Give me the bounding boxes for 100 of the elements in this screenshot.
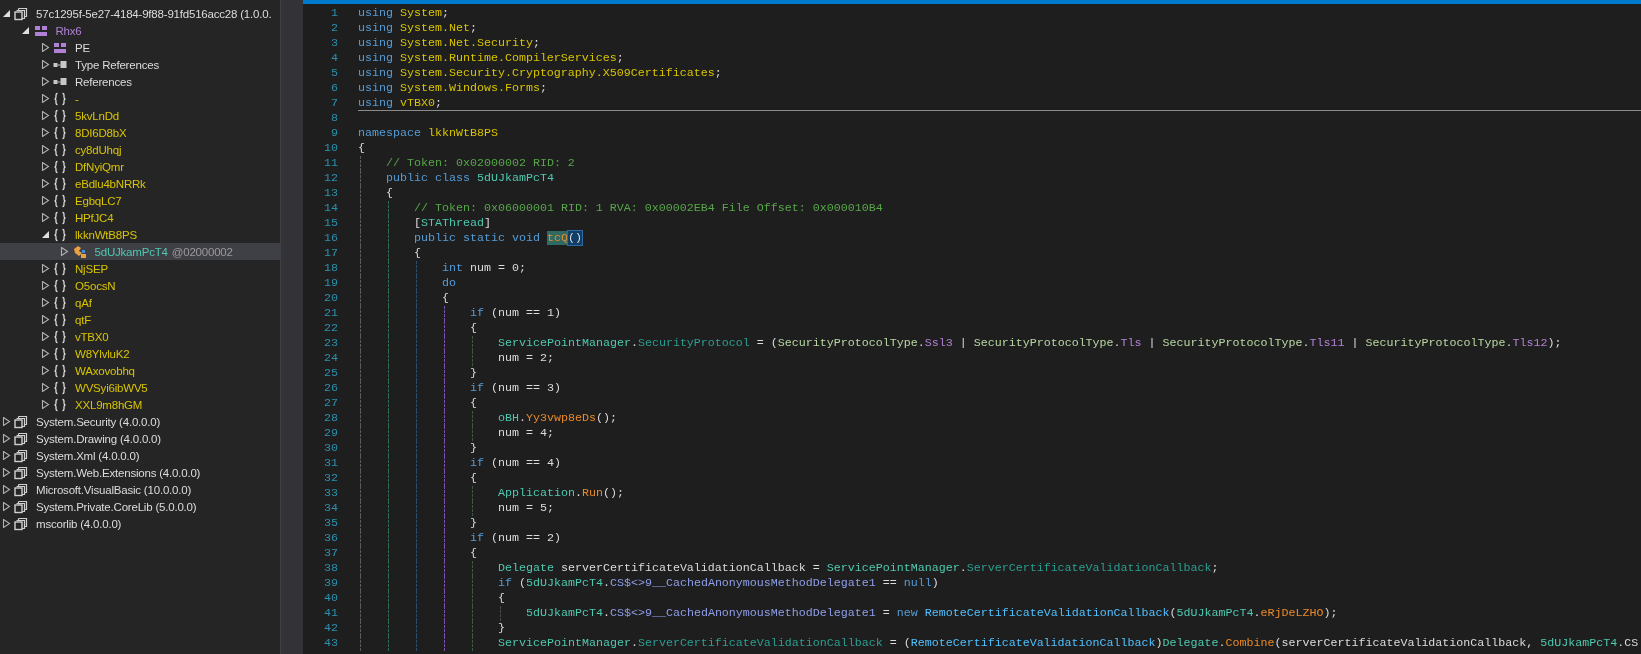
- tree-item[interactable]: References: [0, 73, 280, 90]
- code-line: {: [470, 320, 477, 336]
- code-line: {: [386, 185, 393, 201]
- tree-item[interactable]: System.Web.Extensions (4.0.0.0): [0, 464, 280, 481]
- line-number: 9: [330, 125, 338, 141]
- caret-icon[interactable]: [1, 519, 11, 528]
- tree-item[interactable]: XXL9m8hGM: [0, 396, 280, 413]
- class-icon: [72, 244, 87, 259]
- braces-icon: [53, 91, 67, 106]
- tree-item[interactable]: NjSEP: [0, 260, 280, 277]
- code-line: }: [498, 620, 505, 636]
- caret-icon[interactable]: [40, 128, 50, 137]
- caret-icon[interactable]: [40, 213, 50, 222]
- tree-item[interactable]: System.Private.CoreLib (5.0.0.0): [0, 498, 280, 515]
- caret-icon[interactable]: [40, 77, 50, 86]
- code-line: using System;: [358, 5, 449, 21]
- tree-item[interactable]: eBdlu4bNRRk: [0, 175, 280, 192]
- tree-item[interactable]: Type References: [0, 56, 280, 73]
- caret-icon[interactable]: [40, 145, 50, 154]
- line-number: 1: [330, 5, 338, 21]
- caret-icon[interactable]: [40, 43, 50, 52]
- tree-item[interactable]: W8YlvluK2: [0, 345, 280, 362]
- line-number: 37: [323, 545, 338, 561]
- tree-item[interactable]: O5ocsN: [0, 277, 280, 294]
- tree-item[interactable]: 5kvLnDd: [0, 107, 280, 124]
- code-line: namespace lkknWtB8PS: [358, 125, 498, 141]
- code-line: Delegate serverCertificateValidationCallback = ServicePointManager.ServerCertificateValidationCallback;: [498, 560, 1219, 576]
- line-number: 42: [323, 620, 338, 636]
- caret-icon[interactable]: [40, 264, 50, 273]
- braces-icon: [53, 346, 67, 361]
- code-line: using System.Net;: [358, 20, 477, 36]
- braces-icon: [53, 312, 67, 327]
- tree-item[interactable]: PE: [0, 39, 280, 56]
- code-line: {: [442, 290, 449, 306]
- braces-icon: [53, 295, 67, 310]
- caret-icon[interactable]: [40, 281, 50, 290]
- line-number: 2: [330, 20, 338, 36]
- caret-icon[interactable]: [60, 247, 69, 256]
- caret-icon[interactable]: [1, 434, 11, 443]
- tree-item[interactable]: qtF: [0, 311, 280, 328]
- caret-icon[interactable]: [40, 162, 50, 171]
- tree-item[interactable]: EgbqLC7: [0, 192, 280, 209]
- line-number: 5: [330, 65, 338, 81]
- tree-item[interactable]: qAf: [0, 294, 280, 311]
- caret-icon[interactable]: [1, 451, 11, 460]
- caret-icon[interactable]: [40, 349, 50, 358]
- tree-item[interactable]: cy8dUhqj: [0, 141, 280, 158]
- caret-icon[interactable]: [1, 468, 11, 477]
- line-number: 7: [330, 95, 338, 111]
- caret-icon[interactable]: [40, 298, 50, 307]
- caret-icon[interactable]: [40, 94, 50, 103]
- caret-icon[interactable]: [40, 332, 50, 341]
- code-line: {: [470, 545, 477, 561]
- caret-icon[interactable]: [40, 60, 50, 69]
- tree-item[interactable]: 5dUJkamPcT4 @02000002: [0, 243, 280, 260]
- stacked-squares-icon: [14, 499, 28, 514]
- tree-item[interactable]: -: [0, 90, 280, 107]
- line-number: 10: [323, 140, 338, 156]
- tree-item[interactable]: 57c1295f-5e27-4184-9f88-91fd516acc28 (1.0.0.: [0, 5, 280, 22]
- tree-item[interactable]: WAxovobhq: [0, 362, 280, 379]
- tree-item[interactable]: Microsoft.VisualBasic (10.0.0.0): [0, 481, 280, 498]
- caret-icon[interactable]: [40, 383, 50, 392]
- tree-item[interactable]: System.Drawing (4.0.0.0): [0, 430, 280, 447]
- caret-icon[interactable]: [1, 485, 11, 494]
- blocks-icon: [53, 40, 67, 55]
- tree-item[interactable]: System.Security (4.0.0.0): [0, 413, 280, 430]
- caret-icon[interactable]: [40, 366, 50, 375]
- caret-icon[interactable]: [40, 111, 50, 120]
- caret-icon[interactable]: [40, 196, 50, 205]
- braces-icon: [53, 210, 67, 225]
- tree-item[interactable]: System.Xml (4.0.0.0): [0, 447, 280, 464]
- caret-icon[interactable]: [1, 417, 11, 426]
- line-number: 17: [323, 245, 338, 261]
- code-line: // Token: 0x02000002 RID: 2: [386, 155, 575, 171]
- caret-icon[interactable]: [1, 502, 11, 511]
- code-line: if (num == 1): [470, 305, 561, 321]
- braces-icon: [53, 261, 67, 276]
- caret-icon[interactable]: [1, 9, 11, 18]
- braces-icon: [53, 278, 67, 293]
- caret-icon[interactable]: [21, 26, 30, 35]
- tree-item[interactable]: DfNyiQmr: [0, 158, 280, 175]
- code-line: }: [470, 515, 477, 531]
- tree-item[interactable]: HPfJC4: [0, 209, 280, 226]
- tree-item[interactable]: vTBX0: [0, 328, 280, 345]
- line-number: 21: [323, 305, 338, 321]
- code-line: num = 5;: [498, 500, 554, 516]
- caret-icon[interactable]: [40, 179, 50, 188]
- caret-icon[interactable]: [40, 230, 50, 239]
- caret-icon[interactable]: [40, 315, 50, 324]
- tree-item[interactable]: Rhx6: [0, 22, 280, 39]
- tree-item[interactable]: mscorlib (4.0.0.0): [0, 515, 280, 532]
- tree-item[interactable]: 8DI6D8bX: [0, 124, 280, 141]
- code-line: public class 5dUJkamPcT4: [386, 170, 554, 186]
- line-number: 38: [323, 560, 338, 576]
- tree-item[interactable]: WVSyi6ibWV5: [0, 379, 280, 396]
- line-number: 14: [323, 200, 338, 216]
- code-line: [STAThread]: [414, 215, 491, 231]
- braces-icon: [53, 193, 67, 208]
- tree-item[interactable]: lkknWtB8PS: [0, 226, 280, 243]
- caret-icon[interactable]: [40, 400, 50, 409]
